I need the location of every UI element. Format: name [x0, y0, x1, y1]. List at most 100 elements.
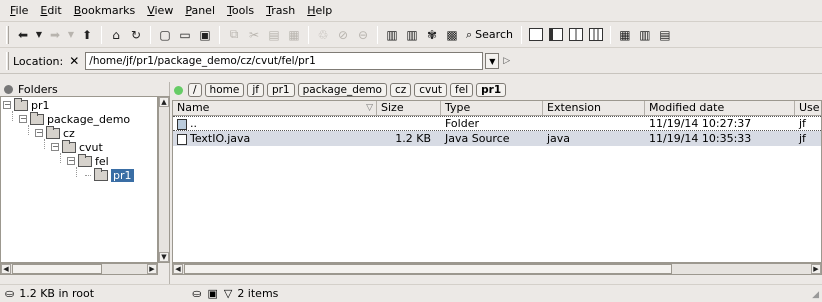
menu-trash[interactable]: Trash	[260, 4, 301, 17]
back-history-dropdown-icon[interactable]: ▼	[34, 26, 44, 44]
clear-location-icon[interactable]: ✕	[69, 54, 79, 68]
menu-tools[interactable]: Tools	[221, 4, 260, 17]
menu-view[interactable]: View	[141, 4, 179, 17]
tree-node-pr1-selected[interactable]: pr1	[85, 167, 134, 182]
menu-file[interactable]: File	[4, 4, 34, 17]
main-toolbar: ⬅ ▼ ➡ ▼ ⬆ ⌂ ↻ ▢ ▭ ▣ ⧉ ✂ ▤ ▦ ♲ ⊘ ⊖ ▥ ▥ ✾ …	[0, 22, 822, 48]
three-panel-icon[interactable]	[587, 26, 605, 44]
breadcrumb-cvut[interactable]: cvut	[414, 83, 448, 97]
folder-tree[interactable]: − pr1 − package_demo − cz − cvut − fel p…	[0, 96, 158, 263]
collapse-toggle[interactable]: −	[19, 115, 27, 123]
reload-icon[interactable]: ↻	[127, 26, 145, 44]
tree-vertical-scrollbar[interactable]: ▲ ▼	[158, 96, 170, 263]
breadcrumb-package-demo[interactable]: package_demo	[297, 83, 387, 97]
file-list-horizontal-scrollbar[interactable]: ◀ ▶	[172, 263, 822, 275]
scroll-down-icon[interactable]: ▼	[159, 252, 169, 262]
forward-arrow-icon[interactable]: ➡	[46, 26, 64, 44]
location-input[interactable]	[85, 52, 484, 70]
filter-icon[interactable]: ▽	[224, 287, 232, 300]
cut-icon[interactable]: ✂	[245, 26, 263, 44]
new-folder-icon[interactable]: ▭	[176, 26, 194, 44]
folder-icon	[46, 125, 60, 139]
file-list[interactable]: Name ▽ Size Type Extension Modified date…	[172, 100, 822, 263]
toolbar-separator	[520, 25, 522, 44]
resize-grip-icon[interactable]: ◢	[812, 290, 819, 300]
search-button[interactable]: ⌕ Search	[462, 26, 517, 44]
tree-node-cz[interactable]: − cz	[35, 125, 75, 140]
column-header-extension[interactable]: Extension	[543, 101, 645, 115]
restore-icon[interactable]: ⊖	[354, 26, 372, 44]
collapse-toggle[interactable]: −	[35, 129, 43, 137]
tree-horizontal-scrollbar[interactable]: ◀ ▶	[0, 263, 158, 275]
folder-sync-icon[interactable]: ▥	[383, 26, 401, 44]
single-panel-icon[interactable]	[527, 26, 545, 44]
scroll-left-icon[interactable]: ◀	[173, 264, 183, 274]
scroll-right-icon[interactable]: ▶	[147, 264, 157, 274]
scroll-thumb[interactable]	[12, 264, 102, 274]
tree-node-cvut[interactable]: − cvut	[51, 139, 103, 154]
two-panel-icon[interactable]	[547, 26, 565, 44]
folder-icon	[30, 111, 44, 125]
collapse-toggle[interactable]: −	[3, 101, 11, 109]
scroll-left-icon[interactable]: ◀	[1, 264, 11, 274]
locationbar-grip[interactable]	[6, 52, 9, 70]
breadcrumb-pr1[interactable]: pr1	[266, 83, 295, 97]
table-row[interactable]: TextIO.java 1.2 KB Java Source java 11/1…	[173, 131, 821, 146]
file-list-header: Name ▽ Size Type Extension Modified date…	[173, 101, 821, 116]
column-header-user[interactable]: Use	[795, 101, 821, 115]
new-file-icon[interactable]: ▢	[156, 26, 174, 44]
breadcrumb-home[interactable]: home	[204, 83, 245, 97]
file-panel: / home jf pr1 package_demo cz cvut fel p…	[172, 82, 822, 284]
drive-icon: ⛀	[5, 287, 15, 300]
table-row[interactable]: .. Folder 11/19/14 10:27:37 jf	[173, 116, 821, 131]
menu-help[interactable]: Help	[301, 4, 338, 17]
column-header-modified[interactable]: Modified date	[645, 101, 795, 115]
parent-folder-icon	[177, 118, 187, 130]
copy-icon[interactable]: ⧉	[225, 26, 243, 44]
toolbar-grip[interactable]	[6, 25, 9, 44]
breadcrumb-cz[interactable]: cz	[389, 83, 412, 97]
split-panel-icon[interactable]	[567, 26, 585, 44]
properties-icon[interactable]: ▦	[285, 26, 303, 44]
collapse-toggle[interactable]: −	[51, 143, 59, 151]
tree-node-fel[interactable]: − fel	[67, 153, 109, 168]
scroll-right-icon[interactable]: ▶	[811, 264, 821, 274]
image-preview-icon[interactable]: ▣	[207, 287, 217, 300]
status-left-text: 1.2 KB in root	[19, 287, 95, 300]
sort-indicator-icon: ▽	[366, 103, 373, 113]
scroll-thumb[interactable]	[184, 264, 672, 274]
delete-icon[interactable]: ♲	[314, 26, 332, 44]
shred-icon[interactable]: ⊘	[334, 26, 352, 44]
status-bar: ⛀ 1.2 KB in root ⛀ ▣ ▽ 2 items ◢	[0, 284, 822, 302]
location-bar: Location: ✕ ▼ ▷	[0, 49, 822, 74]
paste-icon[interactable]: ▤	[265, 26, 283, 44]
menu-edit[interactable]: Edit	[34, 4, 67, 17]
collapse-toggle[interactable]: −	[67, 157, 75, 165]
breadcrumb-jf[interactable]: jf	[247, 83, 264, 97]
up-arrow-icon[interactable]: ⬆	[78, 26, 96, 44]
menu-bookmarks[interactable]: Bookmarks	[68, 4, 141, 17]
breadcrumb-fel[interactable]: fel	[450, 83, 474, 97]
column-header-type[interactable]: Type	[441, 101, 543, 115]
go-arrow-icon[interactable]: ▷	[503, 56, 510, 66]
forward-history-dropdown-icon[interactable]: ▼	[66, 26, 76, 44]
image-view-icon[interactable]: ▩	[443, 26, 461, 44]
list-view-icon[interactable]: ▥	[636, 26, 654, 44]
column-header-size[interactable]: Size	[377, 101, 441, 115]
column-header-name[interactable]: Name ▽	[173, 101, 377, 115]
tree-node-package-demo[interactable]: − package_demo	[19, 111, 130, 126]
java-file-icon	[177, 133, 187, 145]
icon-view-icon[interactable]: ▦	[616, 26, 634, 44]
home-icon[interactable]: ⌂	[107, 26, 125, 44]
back-arrow-icon[interactable]: ⬅	[14, 26, 32, 44]
location-history-dropdown[interactable]: ▼	[485, 53, 500, 69]
detail-view-icon[interactable]: ▤	[656, 26, 674, 44]
folder-compare-icon[interactable]: ▥	[403, 26, 421, 44]
breadcrumb-root[interactable]: /	[188, 83, 202, 97]
menu-panel[interactable]: Panel	[179, 4, 221, 17]
tree-node-pr1[interactable]: − pr1	[3, 97, 50, 112]
scroll-up-icon[interactable]: ▲	[159, 97, 169, 107]
network-icon[interactable]: ✾	[423, 26, 441, 44]
open-terminal-icon[interactable]: ▣	[196, 26, 214, 44]
breadcrumb-current-pr1[interactable]: pr1	[476, 83, 507, 97]
